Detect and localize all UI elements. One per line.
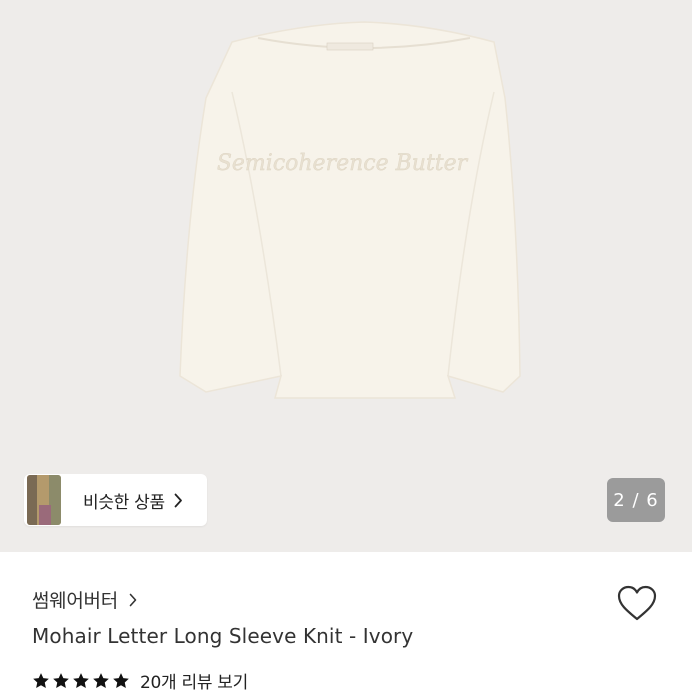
sweater-body: [179, 21, 521, 399]
image-pager-indicator: 2 / 6: [607, 478, 665, 522]
star-filled-icon: [93, 672, 109, 688]
star-filled-icon: [73, 672, 89, 688]
wishlist-heart-button[interactable]: [616, 584, 658, 622]
similar-products-button[interactable]: 비슷한 상품: [24, 474, 207, 526]
rating-stars: [32, 672, 130, 690]
chevron-right-icon: [129, 593, 137, 607]
sweater-embroidery: Semicoherence Butter: [217, 151, 469, 176]
star-filled-icon: [113, 672, 129, 688]
product-title: Mohair Letter Long Sleeve Knit - Ivory: [32, 624, 414, 648]
product-photo-sweater: Semicoherence Butter: [179, 21, 521, 399]
sweater-tag: [326, 42, 374, 51]
product-image-area[interactable]: Semicoherence Butter 비슷한 상품 2 / 6: [0, 0, 692, 552]
star-filled-icon: [33, 672, 49, 688]
similar-product-thumbnail: [27, 475, 61, 525]
reviews-link[interactable]: 20개 리뷰 보기: [32, 668, 248, 693]
star-filled-icon: [53, 672, 69, 688]
review-count-link: 20개 리뷰 보기: [140, 673, 248, 693]
brand-link[interactable]: 썸웨어버터: [32, 586, 137, 613]
heart-outline-icon: [617, 585, 657, 621]
similar-products-label: 비슷한 상품: [83, 492, 165, 513]
chevron-right-icon: [174, 493, 183, 508]
brand-name: 썸웨어버터: [32, 590, 118, 612]
